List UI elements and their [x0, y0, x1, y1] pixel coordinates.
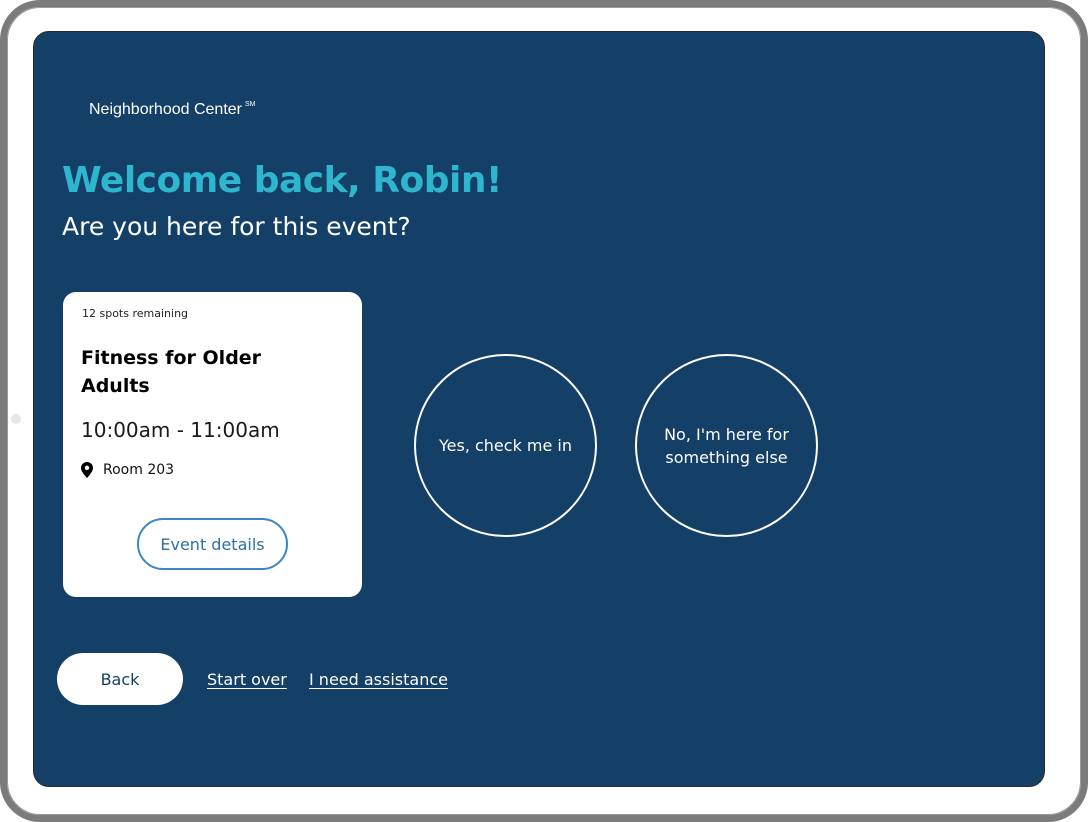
brand-logo: Neighborhood Center SM: [89, 101, 256, 119]
something-else-button[interactable]: No, I'm here for something else: [635, 354, 818, 537]
welcome-title: Welcome back, Robin!: [62, 160, 502, 201]
event-location: Room 203: [81, 462, 174, 478]
back-button[interactable]: Back: [57, 653, 183, 705]
spots-remaining: 12 spots remaining: [82, 307, 189, 320]
event-question: Are you here for this event?: [62, 212, 411, 241]
event-time: 10:00am - 11:00am: [81, 418, 280, 442]
event-card: 12 spots remaining Fitness for Older Adu…: [63, 292, 362, 597]
event-title: Fitness for Older Adults: [81, 347, 262, 397]
location-label: Room 203: [103, 462, 175, 478]
map-pin-icon: [81, 462, 93, 478]
need-assistance-link[interactable]: I need assistance: [309, 670, 448, 689]
event-details-button[interactable]: Event details: [137, 518, 288, 570]
check-in-button[interactable]: Yes, check me in: [414, 354, 597, 537]
start-over-link[interactable]: Start over: [207, 670, 287, 689]
service-mark: SM: [245, 101, 256, 108]
brand-name: Neighborhood Center: [89, 101, 242, 118]
camera-dot: [11, 414, 21, 424]
